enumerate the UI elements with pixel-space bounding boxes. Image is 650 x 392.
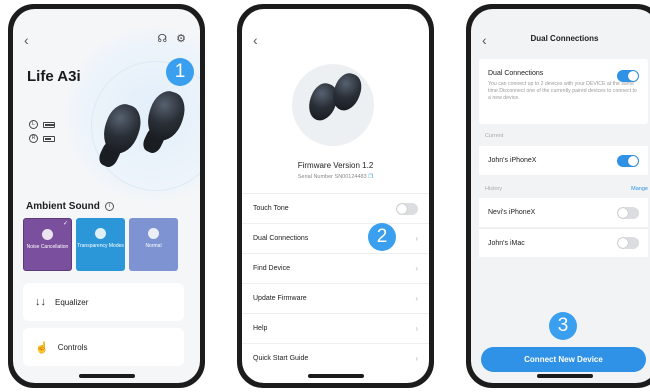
phone-frame-settings: ‹ Firmware Version 1.2 Serial Number SN0…: [237, 4, 434, 388]
menu-item-dual-connections[interactable]: Dual Connections ›: [242, 223, 429, 253]
page-title: Dual Connections: [530, 34, 599, 43]
headphones-icon[interactable]: ☊: [157, 32, 167, 45]
chevron-right-icon: ›: [415, 324, 418, 333]
home-screen: ‹ ☊ ⚙ 1 Life A3i L R Ambient Sound i ✓ N…: [13, 9, 200, 383]
menu-item-update-firmware[interactable]: Update Firmware ›: [242, 283, 429, 313]
ambient-mode-selector: ✓ Noise Cancellation Transparency Modes …: [23, 218, 178, 271]
right-earbud-icon: R: [29, 134, 38, 143]
top-icons: ☊ ⚙: [157, 32, 186, 45]
mode-noise-cancellation[interactable]: ✓ Noise Cancellation: [23, 218, 72, 271]
dual-connections-card: Dual Connections You can connect up to 2…: [479, 59, 648, 124]
chevron-left-icon[interactable]: ‹: [253, 33, 258, 47]
step-badge-1: 1: [166, 58, 194, 86]
mode-label: Noise Cancellation: [26, 244, 69, 250]
serial-number: Serial Number SN00124483: [297, 174, 367, 180]
chevron-right-icon: ›: [415, 234, 418, 243]
left-earbud-icon: L: [29, 120, 38, 129]
menu-item-label: Update Firmware: [253, 295, 307, 302]
controls-label: Controls: [57, 342, 88, 352]
dual-connections-description: You can connect up to 2 devices with you…: [488, 81, 637, 102]
settings-screen: ‹ Firmware Version 1.2 Serial Number SN0…: [242, 9, 429, 383]
firmware-version: Firmware Version 1.2: [297, 161, 374, 170]
ambient-sound-label: Ambient Sound: [26, 201, 100, 212]
battery-icon: [43, 121, 55, 128]
equalizer-icon: ↓↓: [35, 296, 46, 308]
gear-icon[interactable]: ⚙: [176, 32, 186, 45]
device-toggle[interactable]: [617, 206, 639, 219]
mode-label: Normal: [145, 243, 162, 249]
dual-connections-screen: ‹ Dual Connections Dual Connections You …: [471, 9, 650, 383]
dual-connections-toggle[interactable]: [617, 70, 639, 82]
device-name: John's iPhoneX: [488, 157, 537, 164]
battery-left: L: [29, 120, 55, 129]
chevron-right-icon: ›: [415, 264, 418, 273]
home-indicator[interactable]: [536, 374, 593, 378]
menu-item-quick-start-guide[interactable]: Quick Start Guide ›: [242, 343, 429, 373]
menu-item-label: Quick Start Guide: [253, 355, 309, 362]
device-name: John's iMac: [488, 239, 525, 247]
phone-frame-dual-connections: ‹ Dual Connections Dual Connections You …: [466, 4, 650, 388]
transparency-icon: [95, 228, 106, 239]
copy-icon[interactable]: ❐: [368, 174, 373, 180]
home-indicator[interactable]: [307, 374, 364, 378]
connect-new-device-button[interactable]: Connect New Device: [481, 347, 646, 372]
device-name: Life A3i: [27, 68, 81, 85]
mode-normal[interactable]: Normal: [129, 218, 178, 271]
touch-gesture-icon: ☝: [35, 341, 49, 354]
mode-transparency[interactable]: Transparency Modes: [76, 218, 125, 271]
phone-frame-home: ‹ ☊ ⚙ 1 Life A3i L R Ambient Sound i ✓ N…: [8, 4, 205, 388]
battery-right: R: [29, 134, 55, 143]
menu-item-touch-tone: Touch Tone: [242, 193, 429, 223]
menu-item-find-device[interactable]: Find Device ›: [242, 253, 429, 283]
noise-cancellation-icon: [42, 229, 53, 240]
chevron-left-icon[interactable]: ‹: [24, 33, 29, 47]
menu-item-label: Find Device: [253, 265, 290, 272]
controls-card[interactable]: ☝ Controls: [23, 328, 184, 366]
manage-link[interactable]: Mange: [631, 186, 648, 192]
menu-item-help[interactable]: Help ›: [242, 313, 429, 343]
step-badge-2: 2: [368, 223, 396, 251]
touch-tone-toggle[interactable]: [396, 202, 418, 215]
menu-item-label: Help: [253, 325, 268, 332]
battery-icon: [43, 135, 55, 142]
chevron-right-icon: ›: [415, 354, 418, 363]
home-indicator[interactable]: [78, 374, 135, 378]
current-group-label: Current: [485, 133, 504, 139]
history-device-row: John's iMac: [479, 228, 648, 257]
current-device-row: John's iPhoneX: [479, 146, 648, 175]
menu-item-label: Touch Tone: [253, 205, 289, 212]
serial-number-row: Serial Number SN00124483 ❐: [242, 174, 429, 180]
menu-item-label: Dual Connections: [253, 235, 309, 242]
normal-mode-icon: [148, 228, 159, 239]
info-icon[interactable]: i: [104, 202, 114, 211]
equalizer-card[interactable]: ↓↓ Equalizer: [23, 283, 184, 321]
device-name: Nevi's iPhoneX: [488, 209, 536, 216]
check-icon: ✓: [62, 221, 68, 227]
ambient-sound-title: Ambient Sound i: [26, 201, 114, 212]
settings-menu: Touch Tone Dual Connections › Find Devic…: [242, 193, 429, 373]
equalizer-label: Equalizer: [55, 297, 89, 307]
step-badge-3: 3: [549, 312, 577, 340]
chevron-right-icon: ›: [415, 294, 418, 303]
mode-label: Transparency Modes: [77, 243, 124, 249]
device-toggle[interactable]: [617, 237, 639, 249]
history-group-label: History: [485, 186, 503, 192]
device-toggle[interactable]: [617, 154, 639, 167]
history-device-row: Nevi's iPhoneX: [479, 198, 648, 227]
